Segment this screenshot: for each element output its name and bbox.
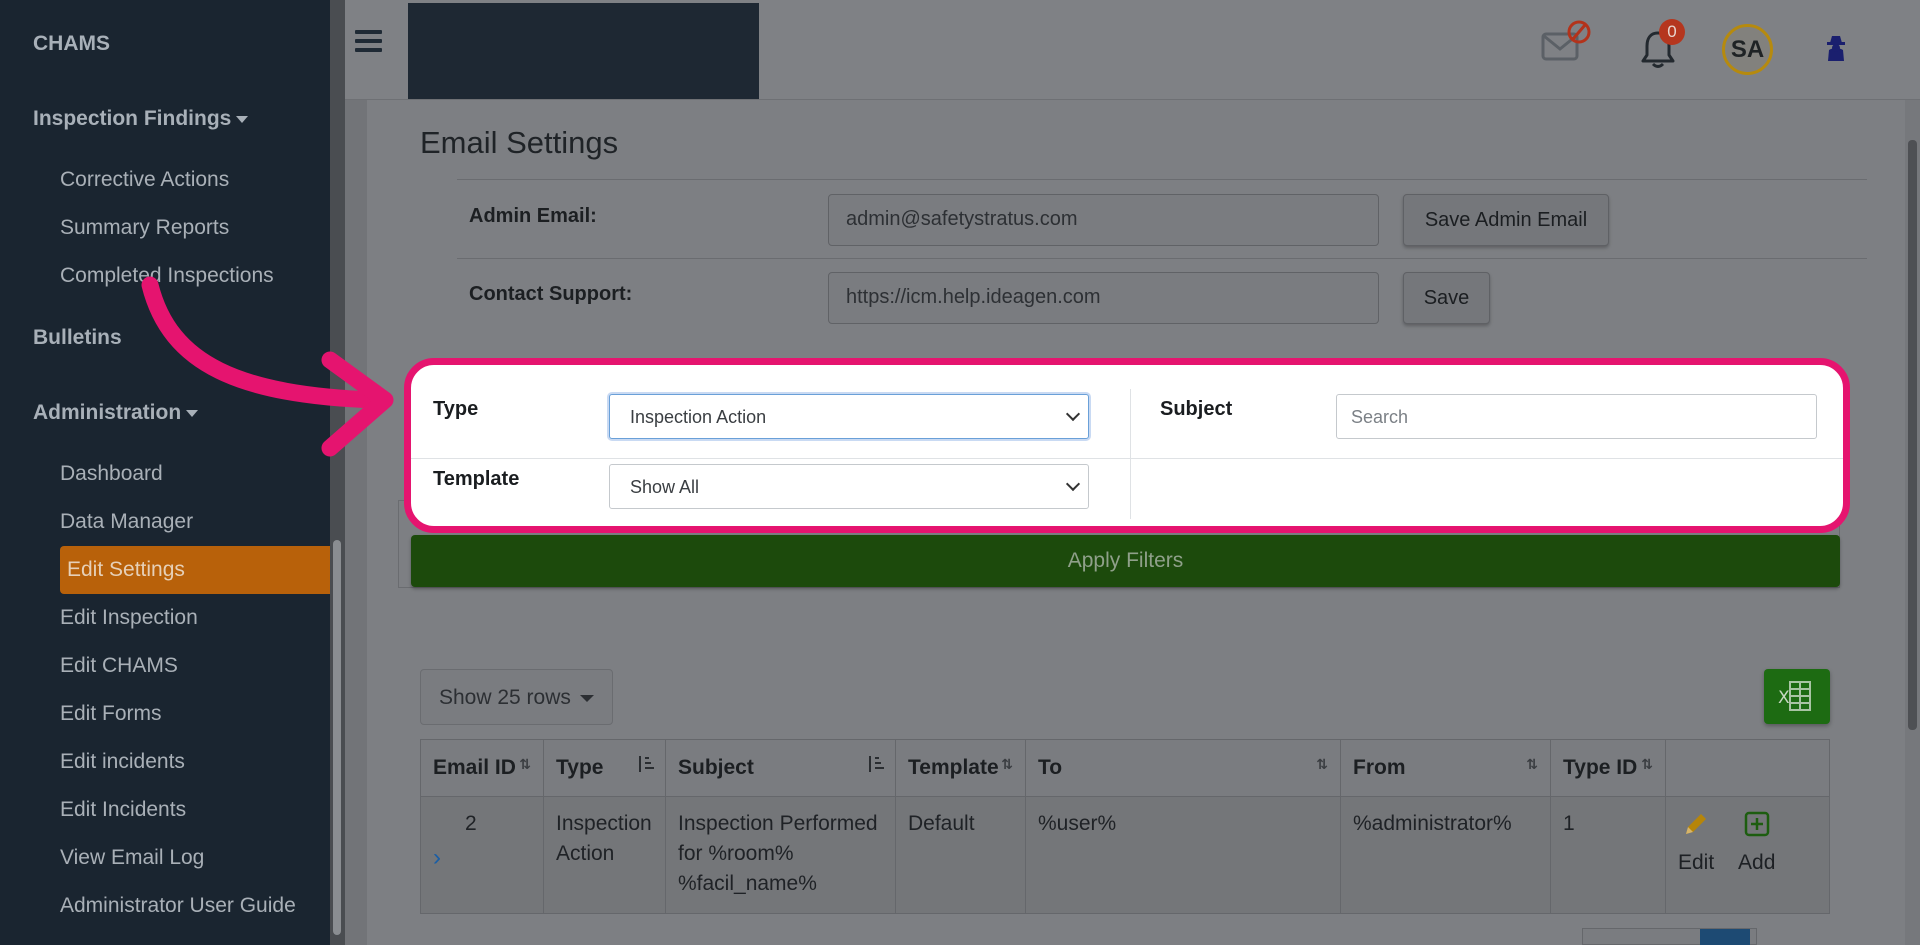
type-label: Type [433,398,479,420]
content-gutter [345,100,367,945]
sort-icon: ⇅ [1526,756,1538,772]
sidebar-scrollbar-thumb[interactable] [333,540,341,935]
hamburger-menu-icon[interactable] [355,30,382,52]
contact-support-input[interactable]: https://icm.help.ideagen.com [828,272,1379,324]
sidebar: CHAMS Inspection Findings Corrective Act… [0,0,330,945]
sort-ascending-icon [869,756,884,772]
user-secret-icon[interactable] [1824,33,1848,63]
excel-export-button[interactable]: X [1764,669,1830,724]
column-header-to[interactable]: To ⇅ [1025,739,1341,797]
plus-square-icon [1744,811,1769,837]
main-scrollbar[interactable] [1905,100,1920,945]
template-label: Template [433,468,520,490]
notification-badge: 0 [1659,19,1685,45]
column-header-type[interactable]: Type [543,739,666,797]
sort-icon: ⇅ [1001,756,1013,772]
app-title[interactable]: CHAMS [33,32,110,56]
cell-template: Default [895,796,1026,914]
column-header-from[interactable]: From ⇅ [1340,739,1551,797]
contact-support-label: Contact Support: [469,283,633,305]
rows-per-page-dropdown[interactable]: Show 25 rows [420,669,613,725]
sort-icon: ⇅ [519,756,531,772]
cell-email-id: 2 › [420,796,544,914]
avatar[interactable]: SA [1722,24,1773,75]
rows-per-page-label: Show 25 rows [439,686,571,709]
column-header-subject[interactable]: Subject [665,739,896,797]
sidebar-item-summary-reports[interactable]: Summary Reports [60,216,229,240]
sidebar-item-dashboard[interactable]: Dashboard [60,462,163,486]
pagination[interactable] [1582,928,1757,945]
sidebar-item-administrator-user-guide[interactable]: Administrator User Guide [60,894,296,918]
pagination-current-page[interactable] [1700,929,1750,945]
cell-subject: Inspection Performed for %room% %facil_n… [665,796,896,914]
sort-ascending-icon [639,756,654,772]
table-row: 2 › Inspection Action Inspection Perform… [420,796,1830,914]
sidebar-item-corrective-actions[interactable]: Corrective Actions [60,168,229,192]
sort-icon: ⇅ [1641,756,1653,772]
save-admin-email-button[interactable]: Save Admin Email [1403,194,1609,246]
edit-button[interactable]: Edit [1678,809,1714,878]
column-header-email-id[interactable]: Email ID ⇅ [420,739,544,797]
pencil-icon [1686,814,1707,834]
cell-type-id: 1 [1550,796,1666,914]
page-title: Email Settings [420,125,619,160]
caret-down-icon [580,695,594,702]
sidebar-item-edit-incidents-2[interactable]: Edit Incidents [60,798,186,822]
sidebar-item-data-manager[interactable]: Data Manager [60,510,193,534]
divider [457,258,1867,259]
column-header-template[interactable]: Template ⇅ [895,739,1026,797]
template-select[interactable]: Show All [609,464,1089,509]
admin-email-input[interactable]: admin@safetystratus.com [828,194,1379,246]
subject-search-input[interactable]: Search [1336,394,1817,439]
cell-from: %administrator% [1340,796,1551,914]
subject-label: Subject [1160,398,1233,420]
sidebar-item-edit-settings[interactable]: Edit Settings [60,546,330,594]
sidebar-scrollbar[interactable] [330,0,345,945]
sidebar-item-edit-incidents[interactable]: Edit incidents [60,750,185,774]
column-header-actions [1665,739,1830,797]
email-table: Email ID ⇅ Type Subject Template ⇅ To ⇅ Fro… [420,739,1830,914]
chevron-down-icon [1065,476,1081,492]
template-select-value: Show All [630,477,700,497]
save-contact-support-button[interactable]: Save [1403,272,1490,324]
chevron-right-icon[interactable]: › [433,843,531,873]
sidebar-section-label: Inspection Findings [33,107,232,130]
cell-to: %user% [1025,796,1341,914]
svg-text:X: X [1778,688,1790,708]
divider [1130,389,1131,519]
main-scrollbar-thumb[interactable] [1908,140,1917,730]
caret-down-icon [236,115,249,123]
annotation-arrow-icon [141,276,394,457]
admin-email-label: Admin Email: [469,205,597,227]
apply-filters-button[interactable]: Apply Filters [411,535,1840,587]
add-button[interactable]: Add [1738,809,1775,878]
email-disabled-icon[interactable] [1540,20,1592,66]
sidebar-item-edit-forms[interactable]: Edit Forms [60,702,162,726]
cell-type: Inspection Action [543,796,666,914]
chevron-down-icon [1065,406,1081,422]
cell-actions: Edit Add [1665,796,1830,914]
divider [411,458,1843,459]
sidebar-item-edit-chams[interactable]: Edit CHAMS [60,654,178,678]
sidebar-item-view-email-log[interactable]: View Email Log [60,846,204,870]
column-header-type-id[interactable]: Type ID ⇅ [1550,739,1666,797]
excel-icon: X [1778,681,1811,711]
type-select-value: Inspection Action [630,407,767,427]
sidebar-section-bulletins[interactable]: Bulletins [33,326,122,350]
sidebar-item-edit-inspection[interactable]: Edit Inspection [60,606,198,630]
sort-icon: ⇅ [1316,756,1328,772]
logo [408,3,759,99]
divider [457,179,1867,180]
edit-label: Edit [1678,851,1715,874]
sidebar-section-inspection-findings[interactable]: Inspection Findings [33,107,249,131]
type-select[interactable]: Inspection Action [609,394,1089,439]
email-id-value: 2 [465,812,477,835]
add-label: Add [1738,851,1776,874]
